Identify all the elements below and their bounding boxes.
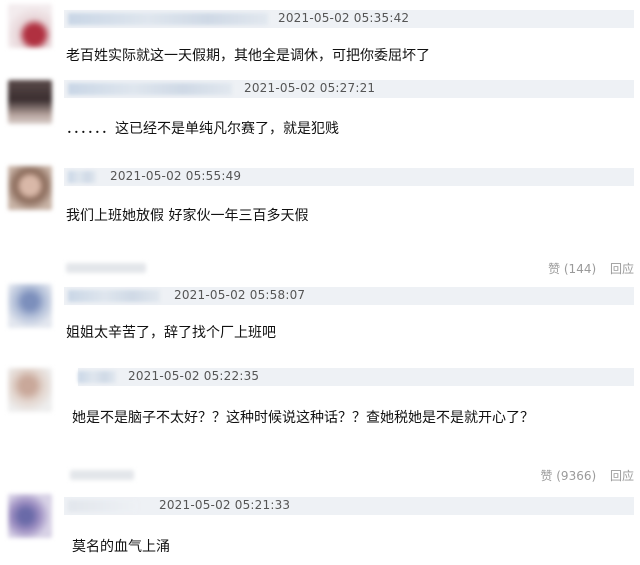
- username[interactable]: [68, 83, 232, 95]
- comment-header: 2021-05-02 05:35:42: [64, 10, 634, 28]
- comment-footer: 赞 (144) 回应: [0, 257, 640, 279]
- footer-meta: [66, 263, 146, 273]
- comment-header: 2021-05-02 05:27:21: [64, 80, 634, 98]
- footer-meta: [70, 470, 134, 480]
- comment-text: 姐姐太辛苦了，辞了找个厂上班吧: [66, 325, 276, 341]
- comment-header: 2021-05-02 05:21:33: [64, 497, 634, 515]
- avatar[interactable]: [8, 494, 52, 538]
- comment-header: 2021-05-02 05:58:07: [64, 287, 634, 305]
- reply-button[interactable]: 回应: [610, 262, 634, 276]
- comment-text: 老百姓实际就这一天假期，其他全是调休，可把你委屈坏了: [66, 48, 430, 64]
- comment-timestamp: 2021-05-02 05:58:07: [174, 288, 306, 302]
- comment-text: 她是不是脑子不太好？？这种时候说这种话？？查她税她是不是就开心了？: [72, 410, 534, 426]
- comment-text: 我们上班她放假 好家伙一年三百多天假: [66, 208, 309, 224]
- avatar[interactable]: [8, 368, 52, 412]
- comment-timestamp: 2021-05-02 05:21:33: [159, 498, 291, 512]
- username[interactable]: [68, 171, 96, 183]
- comment-timestamp: 2021-05-02 05:55:49: [110, 169, 242, 183]
- comment-footer: 赞 (9366) 回应: [0, 464, 640, 486]
- avatar[interactable]: [8, 80, 52, 124]
- avatar[interactable]: [8, 166, 52, 210]
- comment-timestamp: 2021-05-02 05:27:21: [244, 81, 376, 95]
- like-button[interactable]: 赞 (9366): [540, 469, 596, 483]
- comment-text: 莫名的血气上涌: [72, 539, 170, 555]
- username[interactable]: [68, 290, 160, 302]
- comment-timestamp: 2021-05-02 05:35:42: [278, 11, 410, 25]
- comment-text: ．．．．．．这已经不是单纯凡尔赛了，就是犯贱: [66, 121, 339, 137]
- comment-header: 2021-05-02 05:55:49: [64, 168, 634, 186]
- username[interactable]: [68, 500, 138, 512]
- avatar[interactable]: [8, 284, 52, 328]
- username[interactable]: [78, 371, 116, 383]
- comment-timestamp: 2021-05-02 05:22:35: [128, 369, 260, 383]
- like-button[interactable]: 赞 (144): [548, 262, 596, 276]
- avatar[interactable]: [8, 4, 52, 48]
- username[interactable]: [68, 13, 268, 25]
- comment-header: 2021-05-02 05:22:35: [78, 368, 634, 386]
- reply-button[interactable]: 回应: [610, 469, 634, 483]
